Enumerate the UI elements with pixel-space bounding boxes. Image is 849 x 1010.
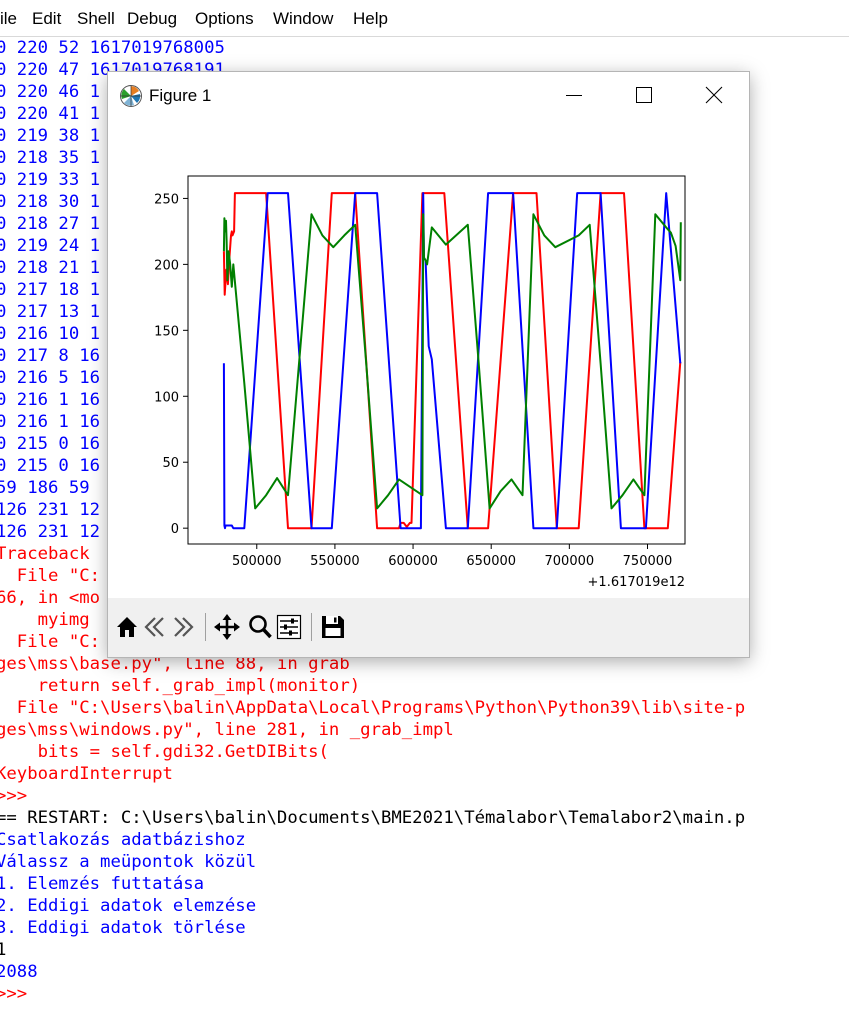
figure-title: Figure 1: [149, 86, 212, 105]
shell-line: 1: [0, 940, 7, 960]
back-arrow-icon: [144, 617, 164, 637]
shell-line: 66, in <mo: [0, 588, 101, 608]
shell-line: 0 219 33 1: [0, 170, 101, 190]
menu-shell[interactable]: Shell: [77, 9, 115, 29]
maximize-icon: [636, 87, 652, 103]
shell-line: return self._grab_impl(monitor): [0, 676, 361, 696]
series-line-1: [222, 192, 682, 530]
minimize-button[interactable]: [539, 72, 609, 118]
shell-line: myimg: [0, 610, 101, 630]
x-tick-label: 750000: [623, 554, 673, 569]
matplotlib-icon: [119, 84, 143, 108]
y-tick-label: 50: [162, 456, 179, 471]
x-tick-label: 550000: [310, 554, 360, 569]
navigation-toolbar: [108, 598, 749, 657]
shell-line: 0 220 46 1: [0, 82, 101, 102]
shell-line: File "C:\Users\balin\AppData\Local\Progr…: [0, 698, 746, 718]
shell-line: 0 216 1 16: [0, 390, 101, 410]
shell-line: 0 216 10 1: [0, 324, 101, 344]
shell-line: 1. Elemzés futtatása: [0, 874, 205, 894]
shell-line: bits = self.gdi32.GetDIBits(: [0, 742, 329, 762]
shell-line: 0 217 18 1: [0, 280, 101, 300]
save-button[interactable]: [320, 613, 346, 641]
close-icon: [705, 86, 723, 104]
line-chart: 0 50 100 150 200 250 500000 550000 600000 650000 7…: [154, 175, 686, 590]
menu-window[interactable]: Window: [273, 9, 333, 29]
shell-line: 0 215 0 16: [0, 434, 101, 454]
x-tick-label: 700000: [545, 554, 595, 569]
shell-line: ges\mss\windows.py", line 281, in _grab_…: [0, 720, 454, 740]
pan-button[interactable]: [214, 613, 240, 641]
menu-file[interactable]: ile: [0, 9, 17, 29]
shell-line: 0 217 8 16: [0, 346, 101, 366]
shell-line: 3. Eddigi adatok törlése: [0, 918, 246, 938]
shell-line: >>>: [0, 786, 28, 806]
y-tick-label: 0: [171, 522, 179, 537]
x-tick-label: 600000: [388, 554, 438, 569]
shell-line: 0 216 1 16: [0, 412, 101, 432]
menu-bar: ile Edit Shell Debug Options Window Help: [0, 0, 849, 37]
x-tick-label: 650000: [466, 554, 516, 569]
forward-button[interactable]: [170, 613, 196, 641]
shell-line: 126 231 12: [0, 500, 101, 520]
subplots-config-icon: [276, 614, 302, 640]
x-tick-label: 500000: [232, 554, 282, 569]
x-offset-label: +1.617019e12: [588, 575, 685, 590]
shell-line: 0 217 13 1: [0, 302, 101, 322]
shell-line: 0 219 38 1: [0, 126, 101, 146]
y-tick-label: 150: [154, 324, 179, 339]
menu-debug[interactable]: Debug: [127, 9, 177, 29]
menu-edit[interactable]: Edit: [32, 9, 61, 29]
shell-line: 0 220 41 1: [0, 104, 101, 124]
shell-line: 59 186 59: [0, 478, 101, 498]
toolbar-separator: [311, 613, 312, 641]
shell-line: 2088: [0, 962, 38, 982]
figure-titlebar[interactable]: Figure 1: [108, 72, 749, 118]
save-icon: [322, 616, 344, 638]
shell-line: Csatlakozás adatbázishoz: [0, 830, 246, 850]
menu-options[interactable]: Options: [195, 9, 254, 29]
shell-line: KeyboardInterrupt: [0, 764, 173, 784]
home-button[interactable]: [114, 613, 140, 641]
shell-line: 0 216 5 16: [0, 368, 101, 388]
shell-line: >>>: [0, 984, 28, 1004]
plot-canvas[interactable]: 0 50 100 150 200 250 500000 550000 600000 650000 7…: [108, 118, 749, 598]
toolbar-separator: [205, 613, 206, 641]
y-tick-label: 100: [154, 390, 179, 405]
shell-line: Válassz a meüpontok közül: [0, 852, 257, 872]
shell-line: 0 218 27 1: [0, 214, 101, 234]
shell-line: 0 218 35 1: [0, 148, 101, 168]
shell-line: 2. Eddigi adatok elemzése: [0, 896, 257, 916]
forward-arrow-icon: [174, 617, 194, 637]
shell-line: 0 215 0 16: [0, 456, 101, 476]
menu-help[interactable]: Help: [353, 9, 388, 29]
minimize-icon: [566, 95, 582, 96]
shell-line: 0 219 24 1: [0, 236, 101, 256]
shell-line: == RESTART: C:\Users\balin\Documents\BME…: [0, 808, 746, 828]
close-button[interactable]: [679, 72, 749, 118]
shell-line: 126 231 12: [0, 522, 101, 542]
back-button[interactable]: [142, 613, 168, 641]
zoom-icon: [249, 615, 272, 639]
pan-icon: [214, 614, 240, 640]
shell-line: 0 218 30 1: [0, 192, 101, 212]
home-icon: [117, 617, 137, 637]
y-tick-label: 250: [154, 192, 179, 207]
subplots-config-button[interactable]: [276, 613, 302, 641]
shell-line: 0 220 52 1617019768005: [0, 38, 225, 58]
figure-window: Figure 1 0 50 100 150 200 250 500000 550000 6000…: [108, 72, 749, 657]
y-tick-label: 200: [154, 258, 179, 273]
shell-line: 0 218 21 1: [0, 258, 101, 278]
maximize-button[interactable]: [609, 72, 679, 118]
zoom-button[interactable]: [247, 613, 273, 641]
